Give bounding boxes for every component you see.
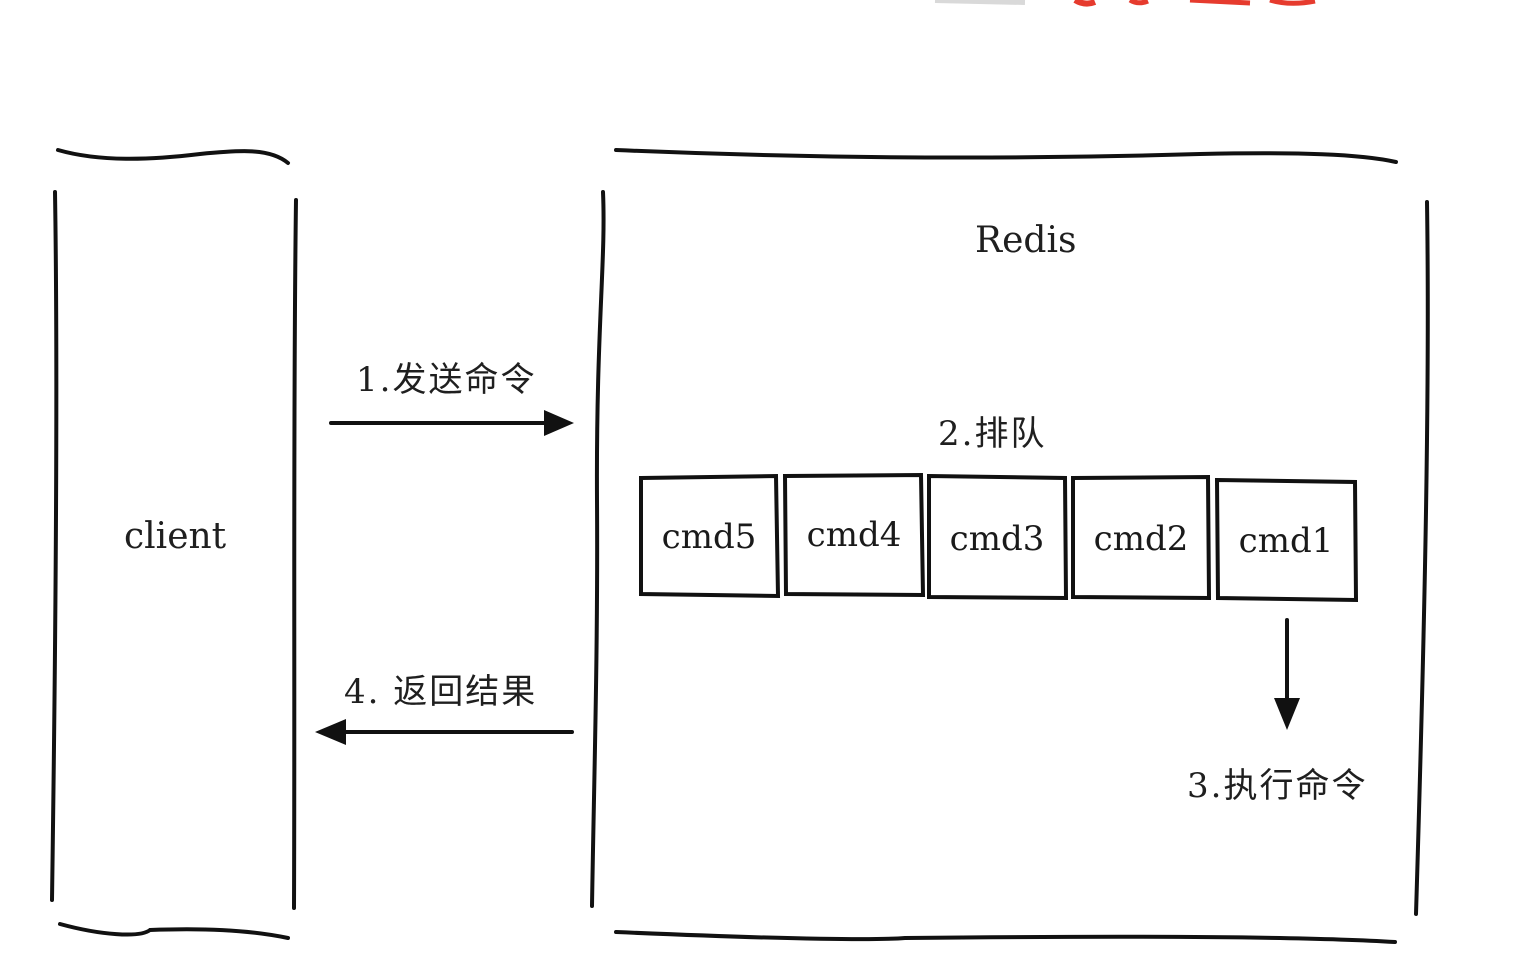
- queue-command-label: cmd5: [661, 517, 757, 557]
- queue-cell: cmd4: [786, 474, 922, 596]
- queue-command-label: cmd1: [1238, 521, 1334, 561]
- step-return-label: 4. 返回结果: [344, 672, 538, 712]
- execute-arrow: [1274, 618, 1300, 730]
- queue-command-label: cmd4: [806, 515, 902, 555]
- client-label: client: [124, 516, 227, 557]
- queue-cell: cmd1: [1218, 480, 1354, 602]
- client-box-left-edge: [50, 190, 59, 902]
- queue-cell: cmd2: [1073, 478, 1209, 600]
- redis-box-top-edge: [614, 148, 1398, 164]
- queue-cell: cmd3: [929, 478, 1065, 600]
- redis-box-bottom-edge: [614, 930, 1397, 944]
- step-queue-label: 2.排队: [938, 414, 1047, 454]
- execute-arrow-head: [1274, 698, 1300, 730]
- redis-box-left-edge: [590, 190, 606, 908]
- queue-command-label: cmd2: [1093, 519, 1189, 559]
- return-arrow: [315, 719, 574, 745]
- client-box-right-edge: [292, 198, 298, 910]
- send-arrow: [329, 410, 574, 436]
- step-send-label: 1.发送命令: [356, 360, 537, 400]
- redis-box-right-edge: [1414, 200, 1430, 916]
- client-box-top-edge: [56, 148, 290, 165]
- return-arrow-head: [315, 719, 346, 745]
- step-execute-label: 3.执行命令: [1187, 766, 1368, 806]
- cropped-header-fragment: [934, 0, 1316, 7]
- client-box-bottom-edge: [58, 922, 290, 940]
- queue-cell: cmd5: [641, 476, 777, 598]
- redis-label: Redis: [975, 220, 1077, 261]
- queue-command-label: cmd3: [949, 519, 1045, 559]
- send-arrow-head: [544, 410, 574, 436]
